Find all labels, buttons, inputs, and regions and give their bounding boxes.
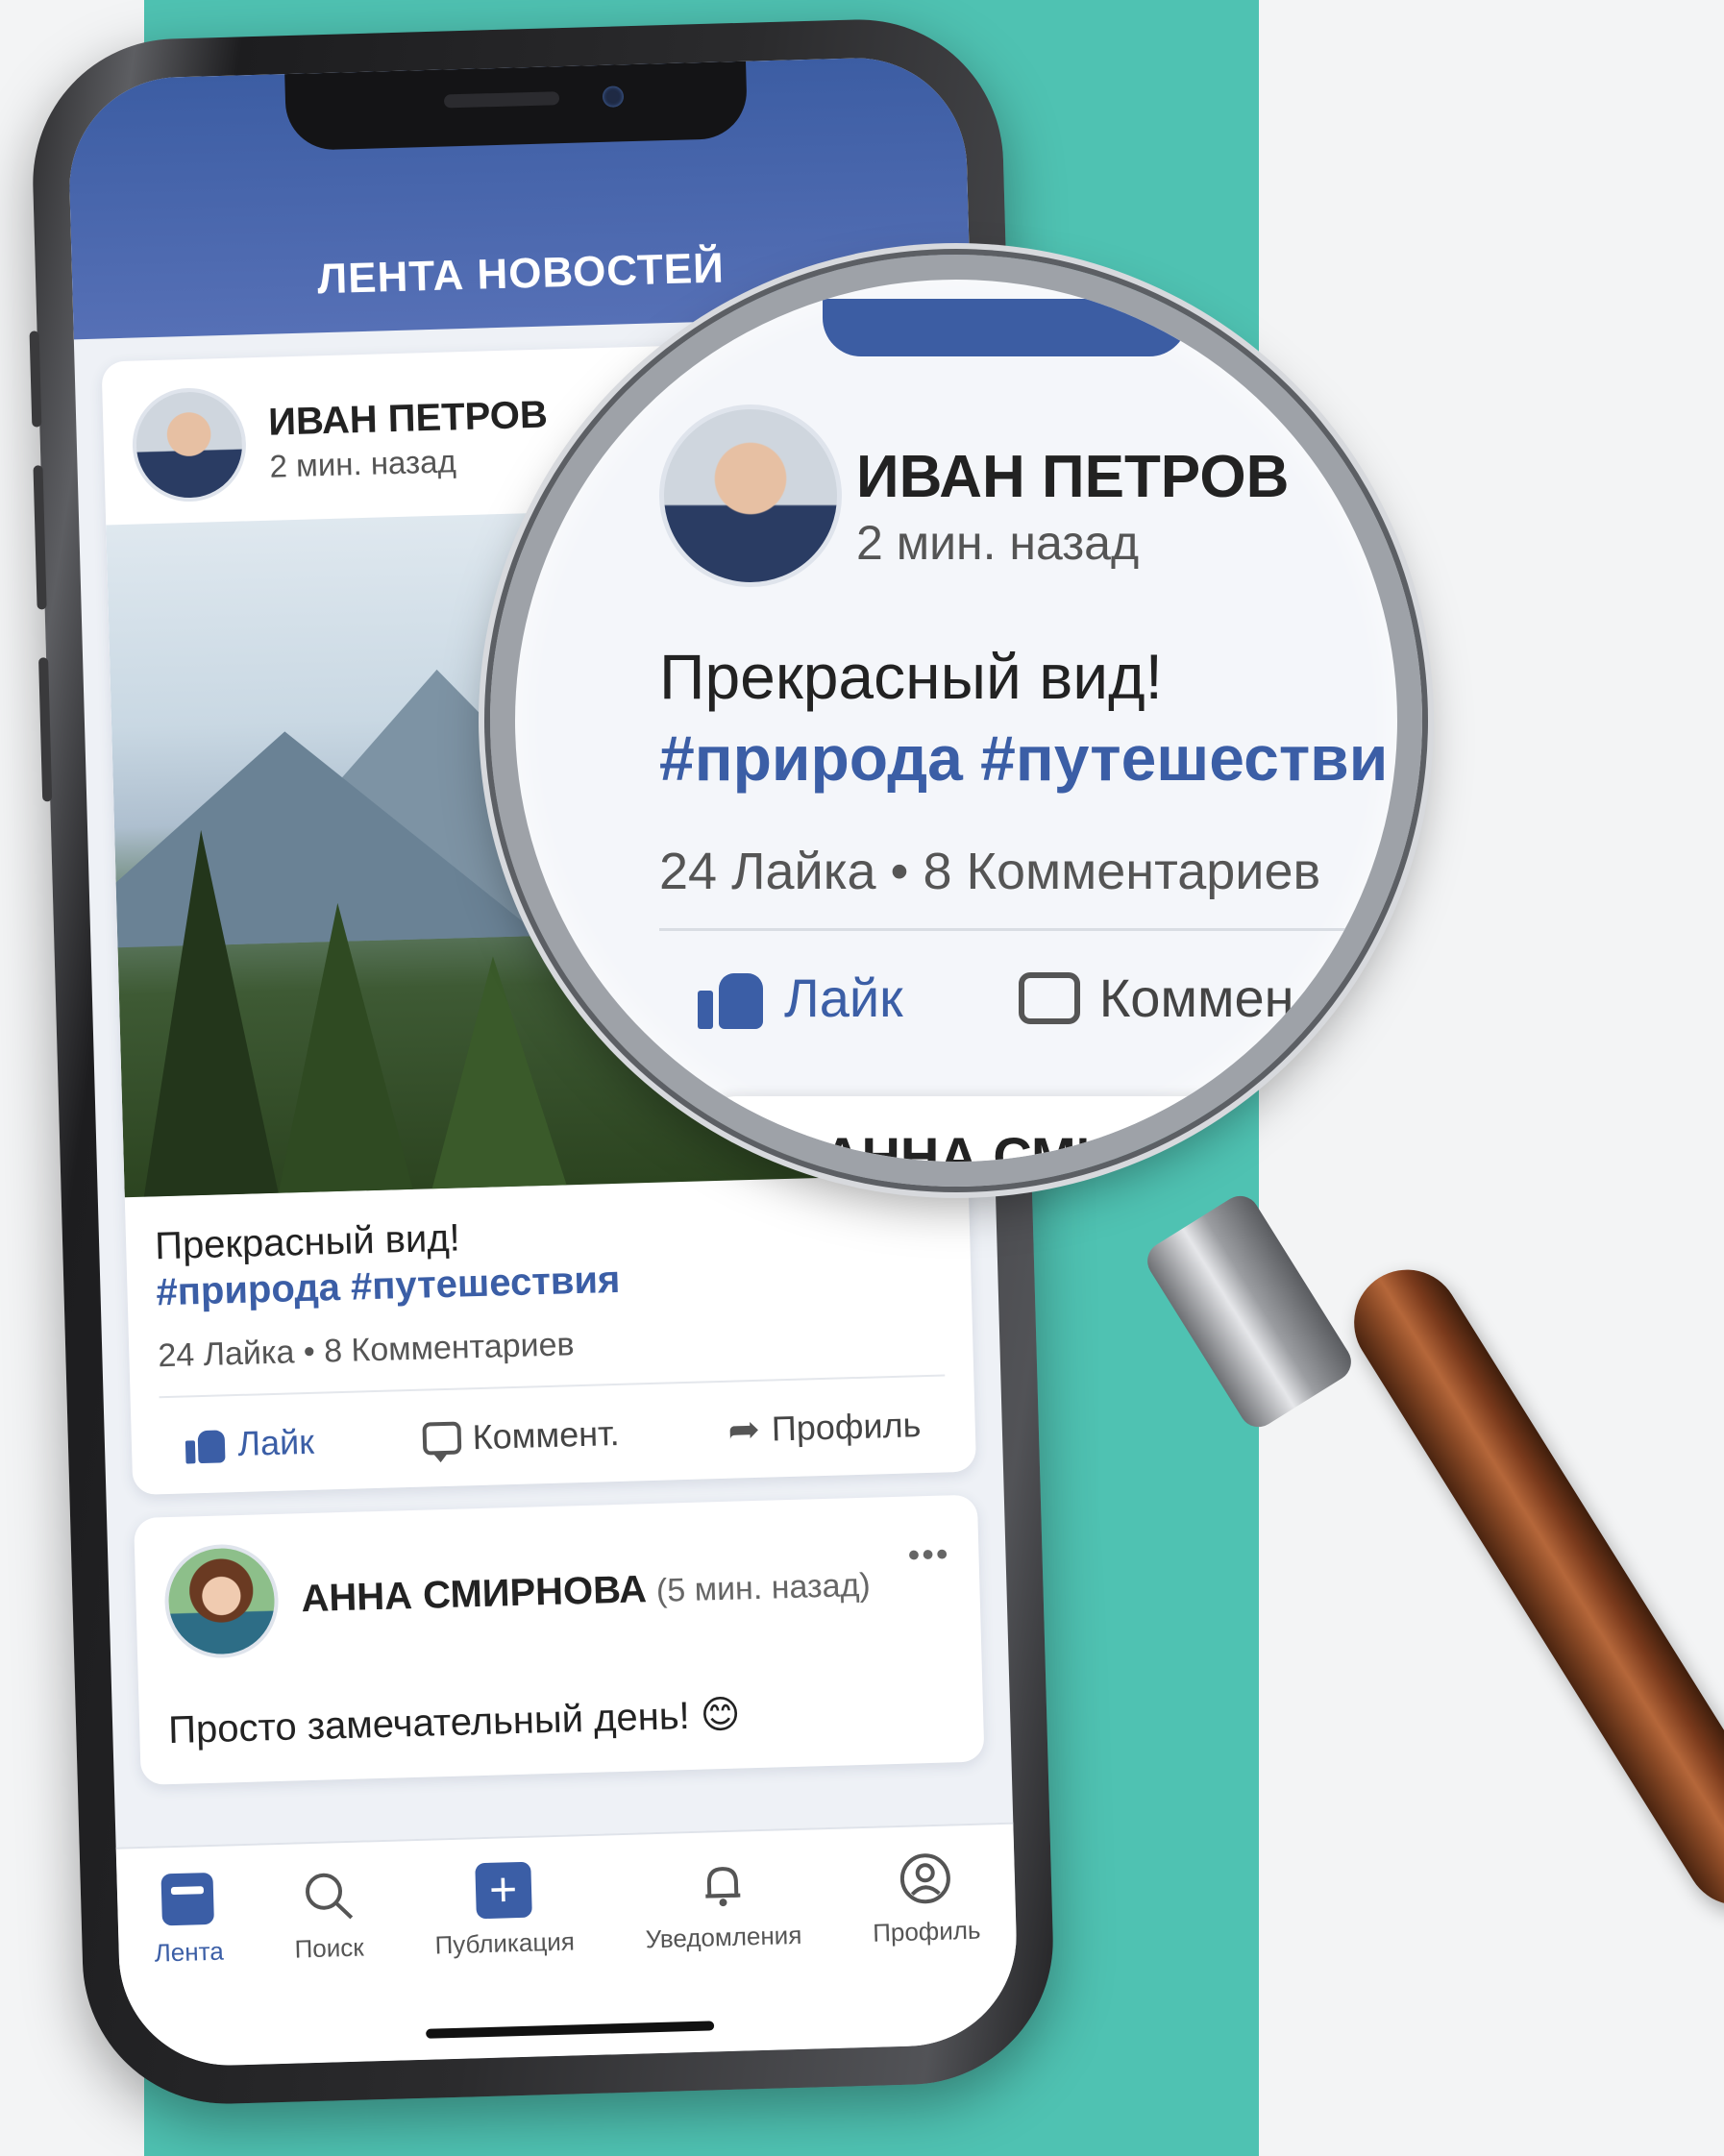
magnified-actions: Лайк Коммен bbox=[698, 967, 1294, 1029]
magnified-post-text: Прекрасный вид! bbox=[659, 641, 1164, 712]
speaker-grille bbox=[443, 91, 560, 109]
magnified-hashtags: #природа #путешестви bbox=[659, 723, 1389, 794]
magnified-comment-label: Коммен bbox=[1098, 968, 1294, 1028]
magnified-header-bar bbox=[823, 299, 1188, 356]
magnified-comment-button: Коммен bbox=[1018, 967, 1294, 1029]
more-options-icon[interactable]: ••• bbox=[907, 1533, 950, 1575]
share-label: Профиль bbox=[771, 1405, 922, 1449]
nav-label: Уведомления bbox=[645, 1920, 802, 1954]
magnified-content: ИВАН ПЕТРОВ 2 мин. назад Прекрасный вид!… bbox=[515, 280, 1397, 1162]
profile-icon bbox=[899, 1853, 950, 1904]
author-name[interactable]: ИВАН ПЕТРОВ bbox=[268, 393, 549, 444]
author-name-text: АННА СМИРНОВА bbox=[300, 1567, 648, 1620]
author-name[interactable]: АННА СМИРНОВА (5 мин. назад) bbox=[301, 1561, 871, 1621]
search-icon bbox=[305, 1873, 354, 1920]
nav-label: Публикация bbox=[434, 1926, 576, 1960]
comment-label: Коммент. bbox=[472, 1412, 621, 1458]
phone-volume-up-button bbox=[33, 465, 47, 610]
plus-icon: + bbox=[474, 1861, 532, 1920]
bottom-navigation: Лента Поиск + Публикация Уведомления Про… bbox=[115, 1822, 1020, 2069]
tree-shape bbox=[270, 900, 413, 1193]
post-time: 2 мин. назад bbox=[269, 442, 457, 484]
post-header: АННА СМИРНОВА (5 мин. назад) ••• bbox=[134, 1495, 981, 1681]
comment-icon bbox=[1018, 971, 1080, 1024]
magnified-post-time: 2 мин. назад bbox=[856, 516, 1140, 570]
share-icon: ➦ bbox=[727, 1408, 761, 1452]
feed-icon bbox=[160, 1872, 214, 1926]
phone-notch bbox=[284, 61, 749, 152]
magnified-stats: 24 Лайка • 8 Комментариев bbox=[659, 843, 1321, 900]
nav-item-profile[interactable]: Профиль bbox=[871, 1849, 984, 2047]
comment-icon bbox=[422, 1421, 462, 1456]
bell-icon bbox=[704, 1867, 740, 1907]
nav-label: Лента bbox=[154, 1936, 225, 1968]
nav-label: Поиск bbox=[294, 1932, 365, 1964]
phone-volume-down-button bbox=[38, 657, 53, 802]
nav-item-search[interactable]: Поиск bbox=[292, 1866, 367, 2064]
front-camera bbox=[602, 86, 625, 108]
like-button[interactable]: Лайк bbox=[185, 1422, 315, 1466]
comment-button[interactable]: Коммент. bbox=[422, 1413, 620, 1459]
thumbs-up-icon bbox=[698, 968, 765, 1029]
author-avatar[interactable] bbox=[131, 386, 248, 503]
magnified-divider bbox=[659, 928, 1368, 931]
magnified-like-label: Лайк bbox=[784, 968, 903, 1028]
nav-item-feed[interactable]: Лента bbox=[152, 1870, 227, 2068]
phone-side-button bbox=[29, 331, 42, 428]
share-button[interactable]: ➦ Профиль bbox=[727, 1403, 922, 1453]
nav-label: Профиль bbox=[872, 1915, 981, 1948]
tree-shape bbox=[134, 827, 279, 1197]
magnified-author-name: ИВАН ПЕТРОВ bbox=[856, 444, 1290, 510]
like-label: Лайк bbox=[236, 1421, 315, 1464]
magnified-author-avatar bbox=[659, 404, 842, 587]
post-card: АННА СМИРНОВА (5 мин. назад) ••• Просто з… bbox=[134, 1494, 985, 1785]
post-time: (5 мин. назад) bbox=[655, 1566, 872, 1609]
magnified-like-button: Лайк bbox=[698, 967, 903, 1029]
magnifying-glass-lens: ИВАН ПЕТРОВ 2 мин. назад Прекрасный вид!… bbox=[490, 255, 1422, 1187]
thumbs-up-icon bbox=[185, 1426, 227, 1463]
author-avatar[interactable] bbox=[162, 1542, 281, 1660]
magnifier-handle bbox=[1334, 1249, 1724, 1925]
